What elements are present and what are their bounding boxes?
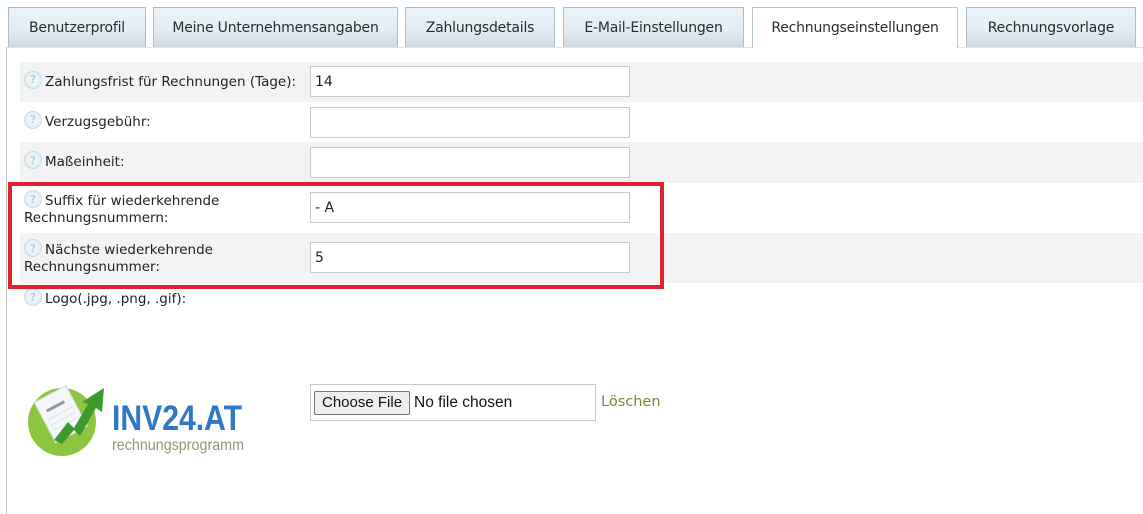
file-status-text: No file chosen — [414, 393, 513, 411]
tab-rechnungsvorlage[interactable]: Rechnungsvorlage — [966, 7, 1136, 47]
help-icon[interactable]: ? — [24, 70, 42, 89]
help-icon[interactable]: ? — [24, 288, 42, 306]
tab-benutzerprofil[interactable]: Benutzerprofil — [8, 7, 146, 47]
late-fee-input[interactable] — [310, 107, 630, 138]
recurring-suffix-input[interactable] — [310, 192, 630, 223]
unit-input[interactable] — [310, 147, 630, 178]
help-icon[interactable]: ? — [24, 151, 42, 169]
field-label: ? Logo(.jpg, .png, .gif): — [20, 288, 310, 308]
form-row-logo: ? Logo(.jpg, .png, .gif): — [20, 288, 1143, 315]
tab-unternehmensangaben[interactable]: Meine Unternehmensangaben — [153, 7, 398, 47]
field-label: ? Suffix für wiederkehrende Rechnungsnum… — [20, 190, 310, 227]
field-label: ? Zahlungsfrist für Rechnungen (Tage): — [20, 70, 310, 91]
tab-email-einstellungen[interactable]: E-Mail-Einstellungen — [563, 7, 744, 47]
tab-zahlungsdetails[interactable]: Zahlungsdetails — [405, 7, 555, 47]
delete-logo-link[interactable]: Löschen — [601, 394, 661, 410]
payment-term-input[interactable] — [310, 66, 630, 97]
logo-tagline-text: rechnungsprogramm — [112, 437, 244, 454]
field-label: ? Nächste wiederkehrende Rechnungsnummer… — [20, 239, 310, 276]
help-icon[interactable]: ? — [24, 110, 42, 129]
logo-file-input[interactable]: Choose File No file chosen — [310, 384, 596, 421]
logo-brand-text: INV24.AT — [112, 399, 242, 438]
field-label: ? Maßeinheit: — [20, 151, 310, 171]
company-logo: INV24.AT rechnungsprogramm — [24, 378, 254, 458]
choose-file-button[interactable]: Choose File — [314, 390, 411, 415]
logo-graphic: INV24.AT rechnungsprogramm — [28, 384, 244, 456]
field-label: ? Verzugsgebühr: — [20, 110, 310, 131]
next-recurring-number-input[interactable] — [310, 242, 630, 273]
settings-tab-bar: Benutzerprofil Meine Unternehmensangaben… — [0, 0, 1143, 48]
tab-rechnungseinstellungen[interactable]: Rechnungseinstellungen — [752, 7, 958, 48]
help-icon[interactable]: ? — [24, 190, 42, 208]
help-icon[interactable]: ? — [24, 239, 42, 257]
